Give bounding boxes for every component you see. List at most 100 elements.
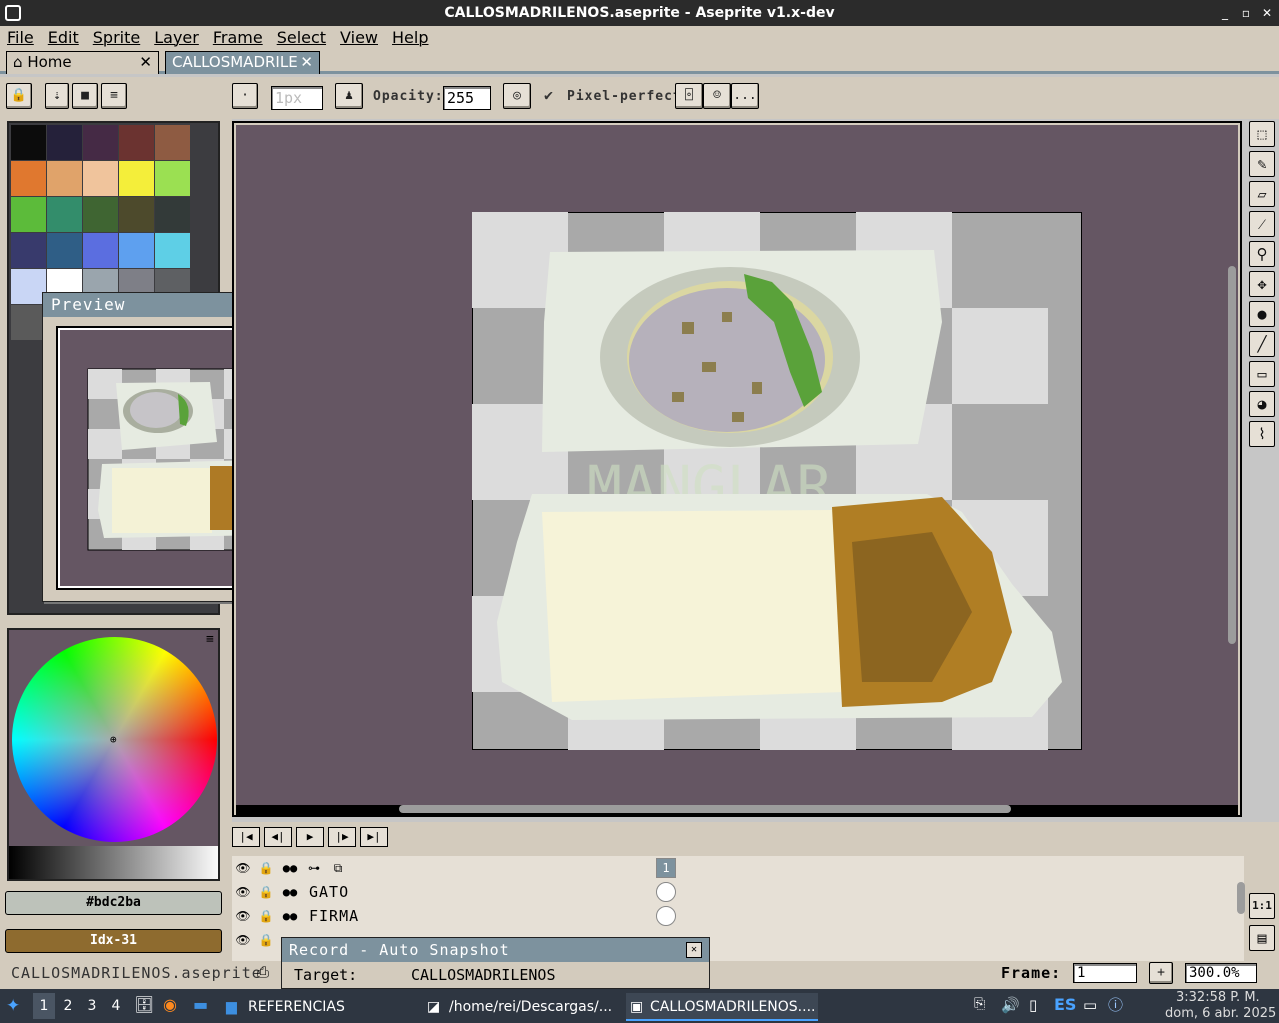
notification-icon[interactable]: ⓘ xyxy=(1108,994,1123,1015)
line-tool-icon[interactable]: ╱ xyxy=(1249,331,1275,357)
record-close-icon[interactable]: ✕ xyxy=(686,942,702,958)
fill-tool-icon[interactable]: ● xyxy=(1249,301,1275,327)
workspace-4[interactable]: 4 xyxy=(108,993,124,1019)
clipboard-tray-icon[interactable]: ⎘ xyxy=(974,996,985,1012)
shade-bar[interactable] xyxy=(9,846,218,879)
brush-type-button[interactable]: · xyxy=(232,83,258,109)
tab-home[interactable]: ⌂ Home ✕ xyxy=(6,51,159,74)
sprite-canvas[interactable]: MANGLAR xyxy=(472,212,1082,750)
palette-swatch[interactable] xyxy=(11,269,46,304)
layer-name[interactable]: GATO xyxy=(306,882,652,902)
keyboard-language[interactable]: ES xyxy=(1054,995,1076,1014)
horizontal-scrollbar-thumb[interactable] xyxy=(399,805,1011,813)
more-options-button[interactable]: ... xyxy=(731,83,759,109)
tiled-mode-icon[interactable]: ☺ xyxy=(703,83,731,109)
lock-icon[interactable]: 🔒 xyxy=(256,907,276,925)
editor-canvas-area[interactable]: MANGLAR xyxy=(232,121,1242,817)
palette-swatch[interactable] xyxy=(155,125,190,160)
menu-sprite[interactable]: Sprite xyxy=(86,28,147,47)
workspace-1[interactable]: 1 xyxy=(33,993,55,1019)
frame-input[interactable]: 1 xyxy=(1073,963,1137,983)
workspace-3[interactable]: 3 xyxy=(84,993,100,1019)
opacity-input[interactable]: 255 xyxy=(443,86,491,110)
eraser-tool-icon[interactable]: ▱ xyxy=(1249,181,1275,207)
zoom-tool-icon[interactable]: ⚲ xyxy=(1249,241,1275,267)
foreground-color-hex[interactable]: #bdc2ba xyxy=(5,891,222,915)
contour-tool-icon[interactable]: ◕ xyxy=(1249,391,1275,417)
visibility-icon[interactable]: 👁 xyxy=(233,859,253,877)
palette-swatch[interactable] xyxy=(47,233,82,268)
maximize-button[interactable]: ▫ xyxy=(1236,0,1256,26)
palette-swatch[interactable] xyxy=(119,197,154,232)
play-button[interactable]: ▶ xyxy=(296,827,324,847)
close-tab-icon[interactable]: ✕ xyxy=(300,52,313,73)
lock-icon[interactable]: 🔒 xyxy=(256,883,276,901)
film-strip-icon[interactable]: ▤ xyxy=(1249,925,1275,951)
palette-swatch[interactable] xyxy=(155,233,190,268)
menu-file[interactable]: File xyxy=(0,28,41,47)
palette-swatch[interactable] xyxy=(83,161,118,196)
firefox-icon[interactable]: ◉ xyxy=(163,995,177,1014)
palette-swatch[interactable] xyxy=(155,161,190,196)
lock-icon[interactable]: 🔒 xyxy=(256,859,276,877)
pencil-tool-icon[interactable]: ✎ xyxy=(1249,151,1275,177)
palette-swatch[interactable] xyxy=(83,197,118,232)
tab-document[interactable]: CALLOSMADRILE ✕ xyxy=(165,51,320,74)
task-image-viewer[interactable]: ◪ /home/rei/Descargas/... xyxy=(425,993,620,1021)
menu-edit[interactable]: Edit xyxy=(41,28,86,47)
wheel-menu-icon[interactable]: ≡ xyxy=(206,632,214,647)
next-frame-button[interactable]: |▶ xyxy=(328,827,356,847)
notes-tray-icon[interactable]: ▯ xyxy=(1029,996,1037,1014)
vertical-scrollbar-thumb[interactable] xyxy=(1228,266,1236,644)
continuous-icon[interactable]: ●● xyxy=(280,883,300,901)
menu-layer[interactable]: Layer xyxy=(147,28,206,47)
marquee-tool-icon[interactable]: ⬚ xyxy=(1249,121,1275,147)
palette-swatch[interactable] xyxy=(119,125,154,160)
last-frame-button[interactable]: ▶| xyxy=(360,827,388,847)
palette-swatch[interactable] xyxy=(155,197,190,232)
task-referencias[interactable]: ▆ REFERENCIAS xyxy=(224,993,419,1021)
zoom-one-to-one-button[interactable]: 1:1 xyxy=(1249,893,1275,919)
visibility-icon[interactable]: 👁 xyxy=(233,883,253,901)
palette-swatch[interactable] xyxy=(83,125,118,160)
first-frame-button[interactable]: |◀ xyxy=(232,827,260,847)
visibility-icon[interactable]: 👁 xyxy=(233,907,253,925)
palette-swatch[interactable] xyxy=(11,161,46,196)
layer-row[interactable]: 👁 🔒 ●● FIRMA xyxy=(232,904,680,928)
visibility-icon[interactable]: 👁 xyxy=(233,931,253,949)
continuous-icon[interactable]: ●● xyxy=(280,907,300,925)
palette-swatch[interactable] xyxy=(11,305,46,340)
lock-icon[interactable]: 🔒 xyxy=(256,931,276,949)
previous-frame-button[interactable]: ◀| xyxy=(264,827,292,847)
timeline-scrollbar-thumb[interactable] xyxy=(1237,882,1245,914)
minimize-button[interactable]: _ xyxy=(1215,0,1235,26)
menu-frame[interactable]: Frame xyxy=(206,28,270,47)
palette-swatch[interactable] xyxy=(47,161,82,196)
layer-group-icon[interactable]: ⊶ xyxy=(304,859,324,877)
layer-cel[interactable] xyxy=(656,906,676,926)
add-frame-icon[interactable]: + xyxy=(1149,962,1173,984)
palette-swatch[interactable] xyxy=(11,197,46,232)
lock-icon[interactable]: 🔒 xyxy=(6,83,32,109)
layer-row[interactable]: 👁 🔒 ●● GATO xyxy=(232,880,680,904)
palette-swatch[interactable] xyxy=(83,233,118,268)
terminal-icon[interactable]: ▬ xyxy=(193,995,208,1014)
eyedropper-tool-icon[interactable]: ⁄ xyxy=(1249,211,1275,237)
symmetry-icon[interactable]: ⌻ xyxy=(675,83,703,109)
palette-swatch[interactable] xyxy=(11,233,46,268)
stop-icon[interactable]: ■ xyxy=(72,83,98,109)
palette-swatch[interactable] xyxy=(11,125,46,160)
onion-skin-icon[interactable]: ⧉ xyxy=(328,859,348,877)
continuous-icon[interactable]: ●● xyxy=(280,859,300,877)
pixel-perfect-checkbox[interactable]: ✔ xyxy=(544,86,554,104)
menu-view[interactable]: View xyxy=(333,28,385,47)
start-menu-icon[interactable]: ✦ xyxy=(6,996,20,1016)
menu-select[interactable]: Select xyxy=(270,28,333,47)
canvas-viewport[interactable]: MANGLAR xyxy=(236,125,1238,817)
task-aseprite[interactable]: ▣ CALLOSMADRILENOS.... xyxy=(626,993,818,1021)
list-icon[interactable]: ≡ xyxy=(101,83,127,109)
workspace-2[interactable]: 2 xyxy=(60,993,76,1019)
move-tool-icon[interactable]: ✥ xyxy=(1249,271,1275,297)
close-window-button[interactable]: ✕ xyxy=(1257,0,1277,26)
volume-icon[interactable]: 🔊 xyxy=(1001,996,1020,1014)
